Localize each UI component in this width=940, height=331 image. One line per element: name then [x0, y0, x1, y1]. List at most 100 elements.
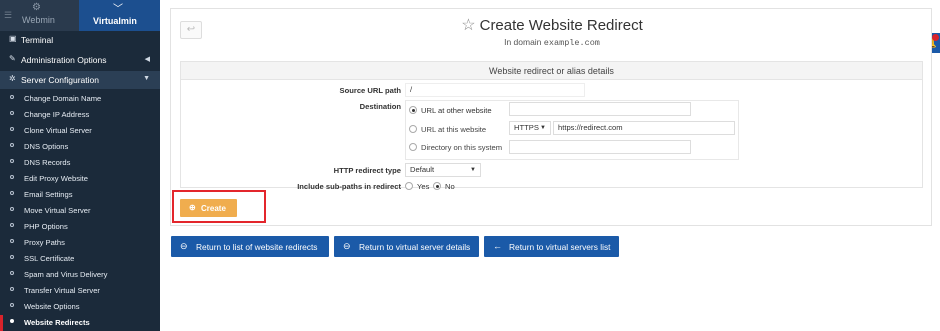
bullet-icon	[10, 255, 14, 259]
page-title-text: Create Website Redirect	[479, 17, 643, 34]
sidebar-subitem-label: Clone Virtual Server	[24, 126, 92, 135]
sidebar-tabs: ☰ ⚙ Webmin ﹀ Virtualmin	[0, 0, 160, 31]
dest-dir-radio[interactable]	[409, 143, 417, 151]
sidebar-item-label: Server Configuration	[21, 75, 99, 85]
dest-this-radio[interactable]	[409, 125, 417, 133]
circle-arrow-left-icon: ⊖	[180, 241, 188, 251]
form-heading: Website redirect or alias details	[181, 62, 922, 80]
sidebar-subitem[interactable]: Website Options	[0, 299, 160, 315]
sidebar-subitem[interactable]: Spam and Virus Delivery	[0, 267, 160, 283]
sidebar-subitem[interactable]: PHP Options	[0, 219, 160, 235]
protocol-select[interactable]: HTTPS ▼	[509, 121, 551, 135]
sidebar-subitem[interactable]: Move Virtual Server	[0, 203, 160, 219]
page-subtitle: In domain example.com	[171, 37, 933, 48]
source-url-label: Source URL path	[339, 86, 401, 95]
sidebar-subitem-label: Edit Proxy Website	[24, 174, 89, 183]
redirect-type-select[interactable]: Default ▼	[405, 163, 481, 177]
sidebar-item-label: Administration Options	[21, 55, 107, 65]
sidebar-subitem[interactable]: Transfer Virtual Server	[0, 283, 160, 299]
sidebar-subitem-label: Change Domain Name	[24, 94, 102, 103]
sidebar-subitem-label: DNS Records	[24, 158, 71, 167]
return-to-server-button[interactable]: ⊖ Return to virtual server details	[334, 236, 479, 257]
sidebar-subitem-label: Transfer Virtual Server	[24, 286, 100, 295]
tab-webmin-label: Webmin	[22, 15, 55, 25]
dest-this-label: URL at this website	[421, 125, 487, 134]
return-to-server-label: Return to virtual server details	[359, 242, 471, 252]
gear-icon: ⚙	[32, 2, 41, 13]
sidebar-subitem[interactable]: Change IP Address	[0, 107, 160, 123]
dest-other-radio[interactable]	[409, 106, 417, 114]
sidebar-subitem[interactable]: SSL Certificate	[0, 251, 160, 267]
sidebar-item-administration-options[interactable]: ✎ Administration Options ◀	[0, 51, 160, 69]
sidebar-subitem-label: Email Settings	[24, 190, 73, 199]
sidebar-item-terminal[interactable]: ▣ Terminal	[0, 31, 160, 49]
menu-icon: ☰	[4, 10, 13, 20]
bullet-icon	[10, 127, 14, 131]
sidebar-subitem-label: PHP Options	[24, 222, 68, 231]
this-url-input[interactable]: https://redirect.com	[553, 121, 735, 135]
sidebar-item-server-configuration[interactable]: ✲ Server Configuration ▼	[0, 71, 160, 89]
selected-marker	[0, 315, 3, 331]
redirect-type-value: Default	[410, 165, 435, 174]
bullet-icon	[10, 287, 14, 291]
sidebar-subitem-label: SSL Certificate	[24, 254, 75, 263]
sidebar-subitem[interactable]: Change Domain Name	[0, 91, 160, 107]
dir-path-input[interactable]	[509, 140, 691, 154]
domain-name: example.com	[543, 38, 600, 48]
sidebar-subitem[interactable]: Email Settings	[0, 187, 160, 203]
sidebar-subitem-label: DNS Options	[24, 142, 69, 151]
subpaths-no-radio[interactable]	[433, 182, 441, 190]
tab-virtualmin[interactable]: ﹀ Virtualmin	[79, 0, 160, 31]
bullet-icon	[10, 239, 14, 243]
terminal-icon: ▣	[9, 34, 17, 43]
sidebar-subitem-label: Move Virtual Server	[24, 206, 91, 215]
chevron-left-icon: ◀	[144, 56, 150, 63]
subpaths-no-label: No	[445, 182, 455, 191]
sidebar: ☰ ⚙ Webmin ﹀ Virtualmin ▣ Terminal ✎ Adm…	[0, 0, 160, 331]
subpaths-yes-radio[interactable]	[405, 182, 413, 190]
chevron-down-icon: ﹀	[113, 4, 123, 15]
dest-other-label: URL at other website	[421, 106, 492, 115]
source-url-input[interactable]: /	[405, 83, 585, 97]
return-to-redirects-label: Return to list of website redirects	[196, 242, 318, 252]
chevron-down-icon: ▼	[143, 75, 150, 82]
dest-dir-label: Directory on this system	[421, 143, 503, 152]
bullet-icon	[10, 159, 14, 163]
sidebar-subitem[interactable]: Proxy Paths	[0, 235, 160, 251]
redirect-type-label: HTTP redirect type	[333, 166, 401, 175]
star-icon[interactable]: ☆	[461, 17, 475, 34]
subtitle-prefix: In domain	[504, 37, 542, 47]
plus-circle-icon: ⊕	[189, 203, 196, 212]
sidebar-subitem[interactable]: Edit Proxy Website	[0, 171, 160, 187]
create-highlight: ⊕ Create	[172, 190, 266, 223]
return-to-servers-list-button[interactable]: ← Return to virtual servers list	[484, 236, 619, 257]
destination-label: Destination	[359, 102, 401, 111]
create-button[interactable]: ⊕ Create	[180, 199, 237, 217]
sidebar-subitem-label: Website Options	[24, 302, 80, 311]
bullet-icon	[10, 143, 14, 147]
sidebar-subitem[interactable]: Clone Virtual Server	[0, 123, 160, 139]
tab-virtualmin-label: Virtualmin	[93, 16, 137, 26]
bullet-icon	[10, 303, 14, 307]
sidebar-subitem[interactable]: Website Redirects	[0, 315, 160, 331]
sidebar-subitem-label: Change IP Address	[24, 110, 90, 119]
arrow-left-icon: ←	[493, 241, 502, 251]
wrench-icon: ✎	[9, 54, 16, 63]
caret-down-icon: ▼	[470, 167, 476, 173]
subpaths-yes-label: Yes	[417, 182, 430, 191]
cogs-icon: ✲	[9, 74, 16, 83]
page-title: ☆ Create Website Redirect	[171, 15, 933, 35]
return-to-servers-list-label: Return to virtual servers list	[509, 242, 611, 252]
return-to-redirects-button[interactable]: ⊖ Return to list of website redirects	[171, 236, 329, 257]
sidebar-subitem-label: Spam and Virus Delivery	[24, 270, 108, 279]
sidebar-subitem[interactable]: DNS Options	[0, 139, 160, 155]
tab-webmin[interactable]: ☰ ⚙ Webmin	[0, 0, 79, 31]
bullet-icon	[10, 111, 14, 115]
circle-arrow-left-icon: ⊖	[343, 241, 351, 251]
redirect-form: Website redirect or alias details Source…	[180, 61, 923, 191]
sidebar-subitem-label: Website Redirects	[24, 318, 90, 327]
bullet-icon	[10, 207, 14, 211]
other-url-input[interactable]	[509, 102, 691, 116]
sidebar-subitem[interactable]: DNS Records	[0, 155, 160, 171]
bullet-icon	[10, 223, 14, 227]
